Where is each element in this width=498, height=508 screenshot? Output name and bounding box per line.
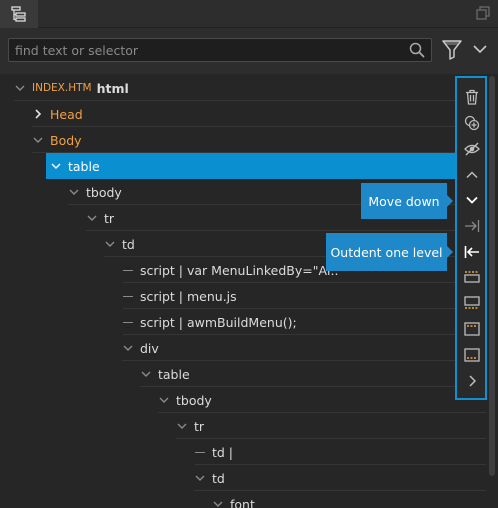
tag-name: tr	[104, 210, 115, 226]
file-name-label: INDEX.HTM	[32, 82, 92, 94]
chevron-down-icon[interactable]	[140, 368, 152, 380]
insert-wrap-button[interactable]	[463, 294, 481, 312]
insert-before-icon	[464, 271, 480, 283]
indent-button[interactable]	[463, 217, 481, 235]
dom-tree: INDEX.HTM html Head Body table tbody tr …	[0, 74, 486, 508]
tag-name: font	[230, 496, 255, 508]
outdent-icon	[464, 246, 479, 258]
indent-icon	[465, 220, 480, 232]
tag-name: Head	[50, 106, 83, 122]
tag-name: tr	[194, 418, 205, 434]
insert-after-icon	[464, 322, 480, 336]
tree-row-div[interactable]: div	[0, 335, 486, 361]
insert-inside-button[interactable]	[463, 346, 481, 364]
search-row	[0, 28, 498, 74]
tag-name: html	[96, 80, 129, 96]
hide-icon	[464, 142, 480, 156]
tooltip-text: Outdent one level	[330, 244, 443, 260]
tag-name: Body	[50, 132, 82, 148]
chevron-down-icon[interactable]	[32, 134, 44, 146]
tree-row-tr-2[interactable]: tr	[0, 413, 486, 439]
tooltip-move-down: Move down	[361, 183, 453, 219]
delete-button[interactable]	[463, 88, 481, 106]
panel-header	[0, 0, 498, 28]
search-box	[8, 38, 432, 62]
move-up-button[interactable]	[463, 166, 481, 184]
tree-row-table-2[interactable]: table	[0, 361, 486, 387]
search-input[interactable]	[15, 41, 395, 59]
insert-after-button[interactable]	[463, 320, 481, 338]
leaf-dash-icon	[123, 269, 133, 271]
tree-row-body[interactable]: Body	[0, 127, 486, 153]
chevron-down-icon[interactable]	[212, 498, 224, 508]
delete-icon	[466, 89, 478, 105]
tag-name: td	[122, 236, 135, 252]
node-label: td |	[212, 444, 234, 460]
more-button[interactable]	[463, 372, 481, 390]
insert-wrap-icon	[464, 296, 480, 309]
tree-row-head[interactable]: Head	[0, 101, 486, 127]
chevron-down-icon[interactable]	[86, 212, 98, 224]
tree-row-td-empty[interactable]: td |	[0, 439, 486, 465]
search-icon[interactable]	[409, 42, 425, 58]
tag-name: td	[212, 470, 225, 486]
popout-icon[interactable]	[476, 6, 490, 20]
duplicate-icon	[464, 115, 480, 131]
tag-name: table	[158, 366, 190, 382]
tree-row-table-selected[interactable]: table	[46, 153, 455, 179]
scrollbar-thumb[interactable]	[489, 76, 495, 476]
tag-name: tbody	[176, 392, 212, 408]
node-label: script | var MenuLinkedBy="Al..	[140, 262, 339, 278]
chevron-down-icon[interactable]	[122, 342, 134, 354]
chevron-down-icon[interactable]	[158, 394, 170, 406]
tree-row-script-2[interactable]: script | menu.js	[0, 283, 486, 309]
tree-row-script-3[interactable]: script | awmBuildMenu();	[0, 309, 486, 335]
tooltip-outdent: Outdent one level	[326, 233, 453, 271]
tag-name: div	[140, 340, 159, 356]
dom-tree-tab[interactable]	[0, 0, 38, 28]
dom-tree-icon	[11, 6, 26, 22]
chevron-down-icon[interactable]	[194, 472, 206, 484]
chevron-down-icon[interactable]	[104, 238, 116, 250]
element-toolbar	[455, 76, 487, 400]
chevron-down-icon[interactable]	[50, 160, 62, 172]
tree-row-html[interactable]: INDEX.HTM html	[0, 75, 486, 101]
chevron-down-icon[interactable]	[68, 186, 80, 198]
chevron-down-icon[interactable]	[472, 42, 488, 56]
node-label: script | menu.js	[140, 288, 237, 304]
node-label: script | awmBuildMenu();	[140, 314, 297, 330]
leaf-dash-icon	[195, 451, 205, 453]
move-up-icon	[466, 171, 478, 179]
insert-before-button[interactable]	[463, 268, 481, 286]
chevron-down-icon[interactable]	[14, 82, 26, 94]
move-down-button[interactable]	[463, 191, 481, 209]
duplicate-button[interactable]	[463, 114, 481, 132]
leaf-dash-icon	[123, 321, 133, 323]
chevron-right-icon[interactable]	[32, 108, 44, 120]
chevron-down-icon[interactable]	[176, 420, 188, 432]
tag-name: tbody	[86, 184, 122, 200]
insert-inside-last-icon	[464, 348, 480, 362]
tooltip-text: Move down	[368, 193, 440, 209]
leaf-dash-icon	[123, 295, 133, 297]
tree-row-td-2[interactable]: td	[0, 465, 486, 491]
tag-name: table	[68, 158, 100, 174]
outdent-button[interactable]	[463, 243, 481, 261]
more-icon	[469, 375, 477, 387]
move-down-icon	[466, 196, 478, 204]
tree-row-tbody-2[interactable]: tbody	[0, 387, 486, 413]
hide-button[interactable]	[463, 140, 481, 158]
tree-row-font[interactable]: font	[0, 491, 486, 508]
filter-icon[interactable]	[441, 38, 463, 60]
